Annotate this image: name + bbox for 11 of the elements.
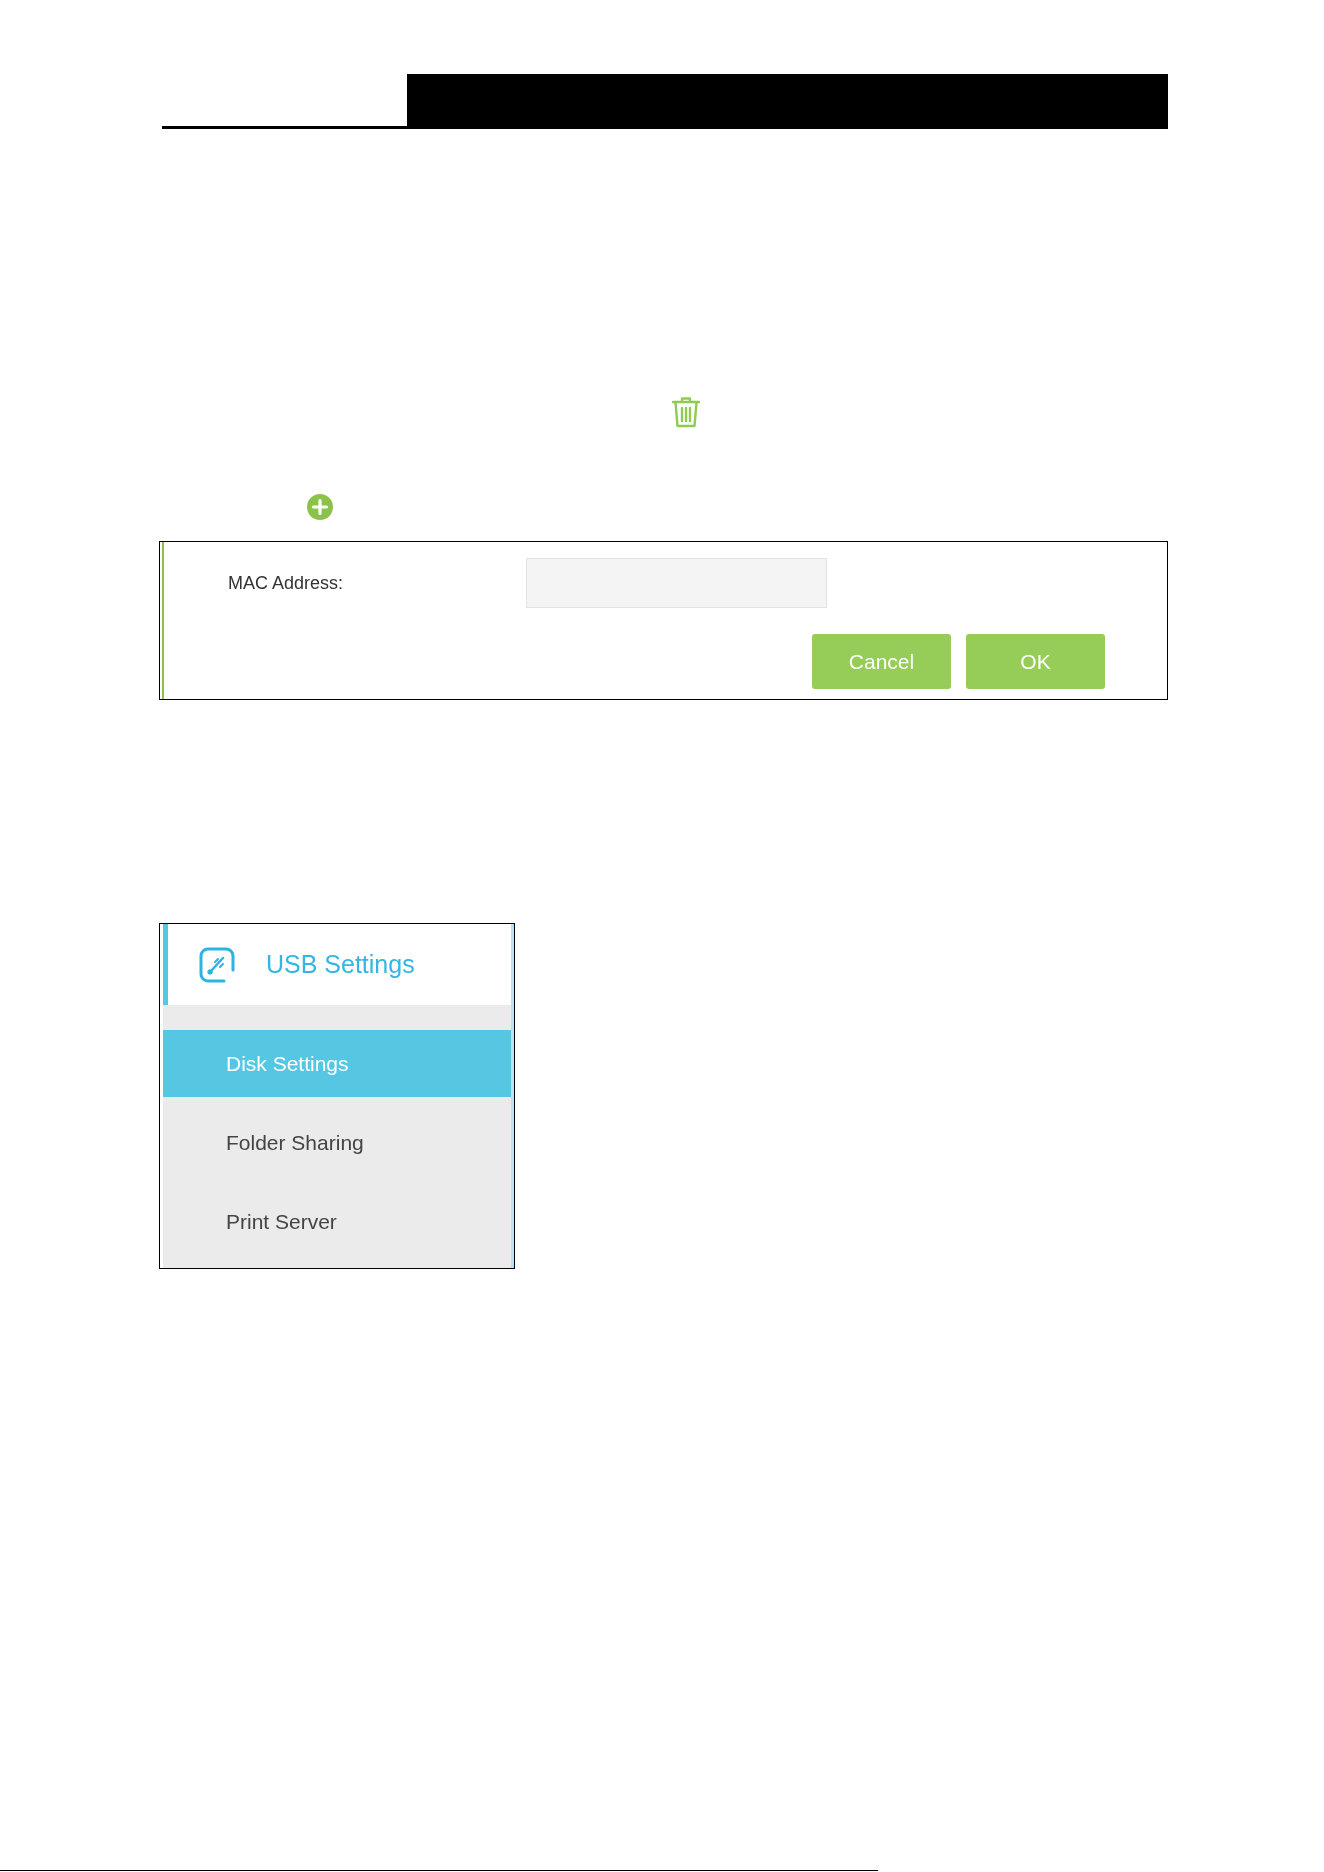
plus-icon — [307, 494, 333, 520]
field-label: MAC Address: — [228, 571, 345, 595]
trash-icon — [671, 397, 701, 428]
mac-address-input[interactable] — [526, 558, 827, 608]
ok-button[interactable]: OK — [966, 634, 1105, 689]
cancel-button[interactable]: Cancel — [812, 634, 951, 689]
usb-icon — [199, 946, 235, 983]
menu-item[interactable]: Print Server — [163, 1188, 511, 1255]
menu-item[interactable]: Disk Settings — [163, 1030, 511, 1097]
menu-title: USB Settings — [266, 948, 415, 980]
menu-item[interactable]: Folder Sharing — [163, 1109, 511, 1176]
